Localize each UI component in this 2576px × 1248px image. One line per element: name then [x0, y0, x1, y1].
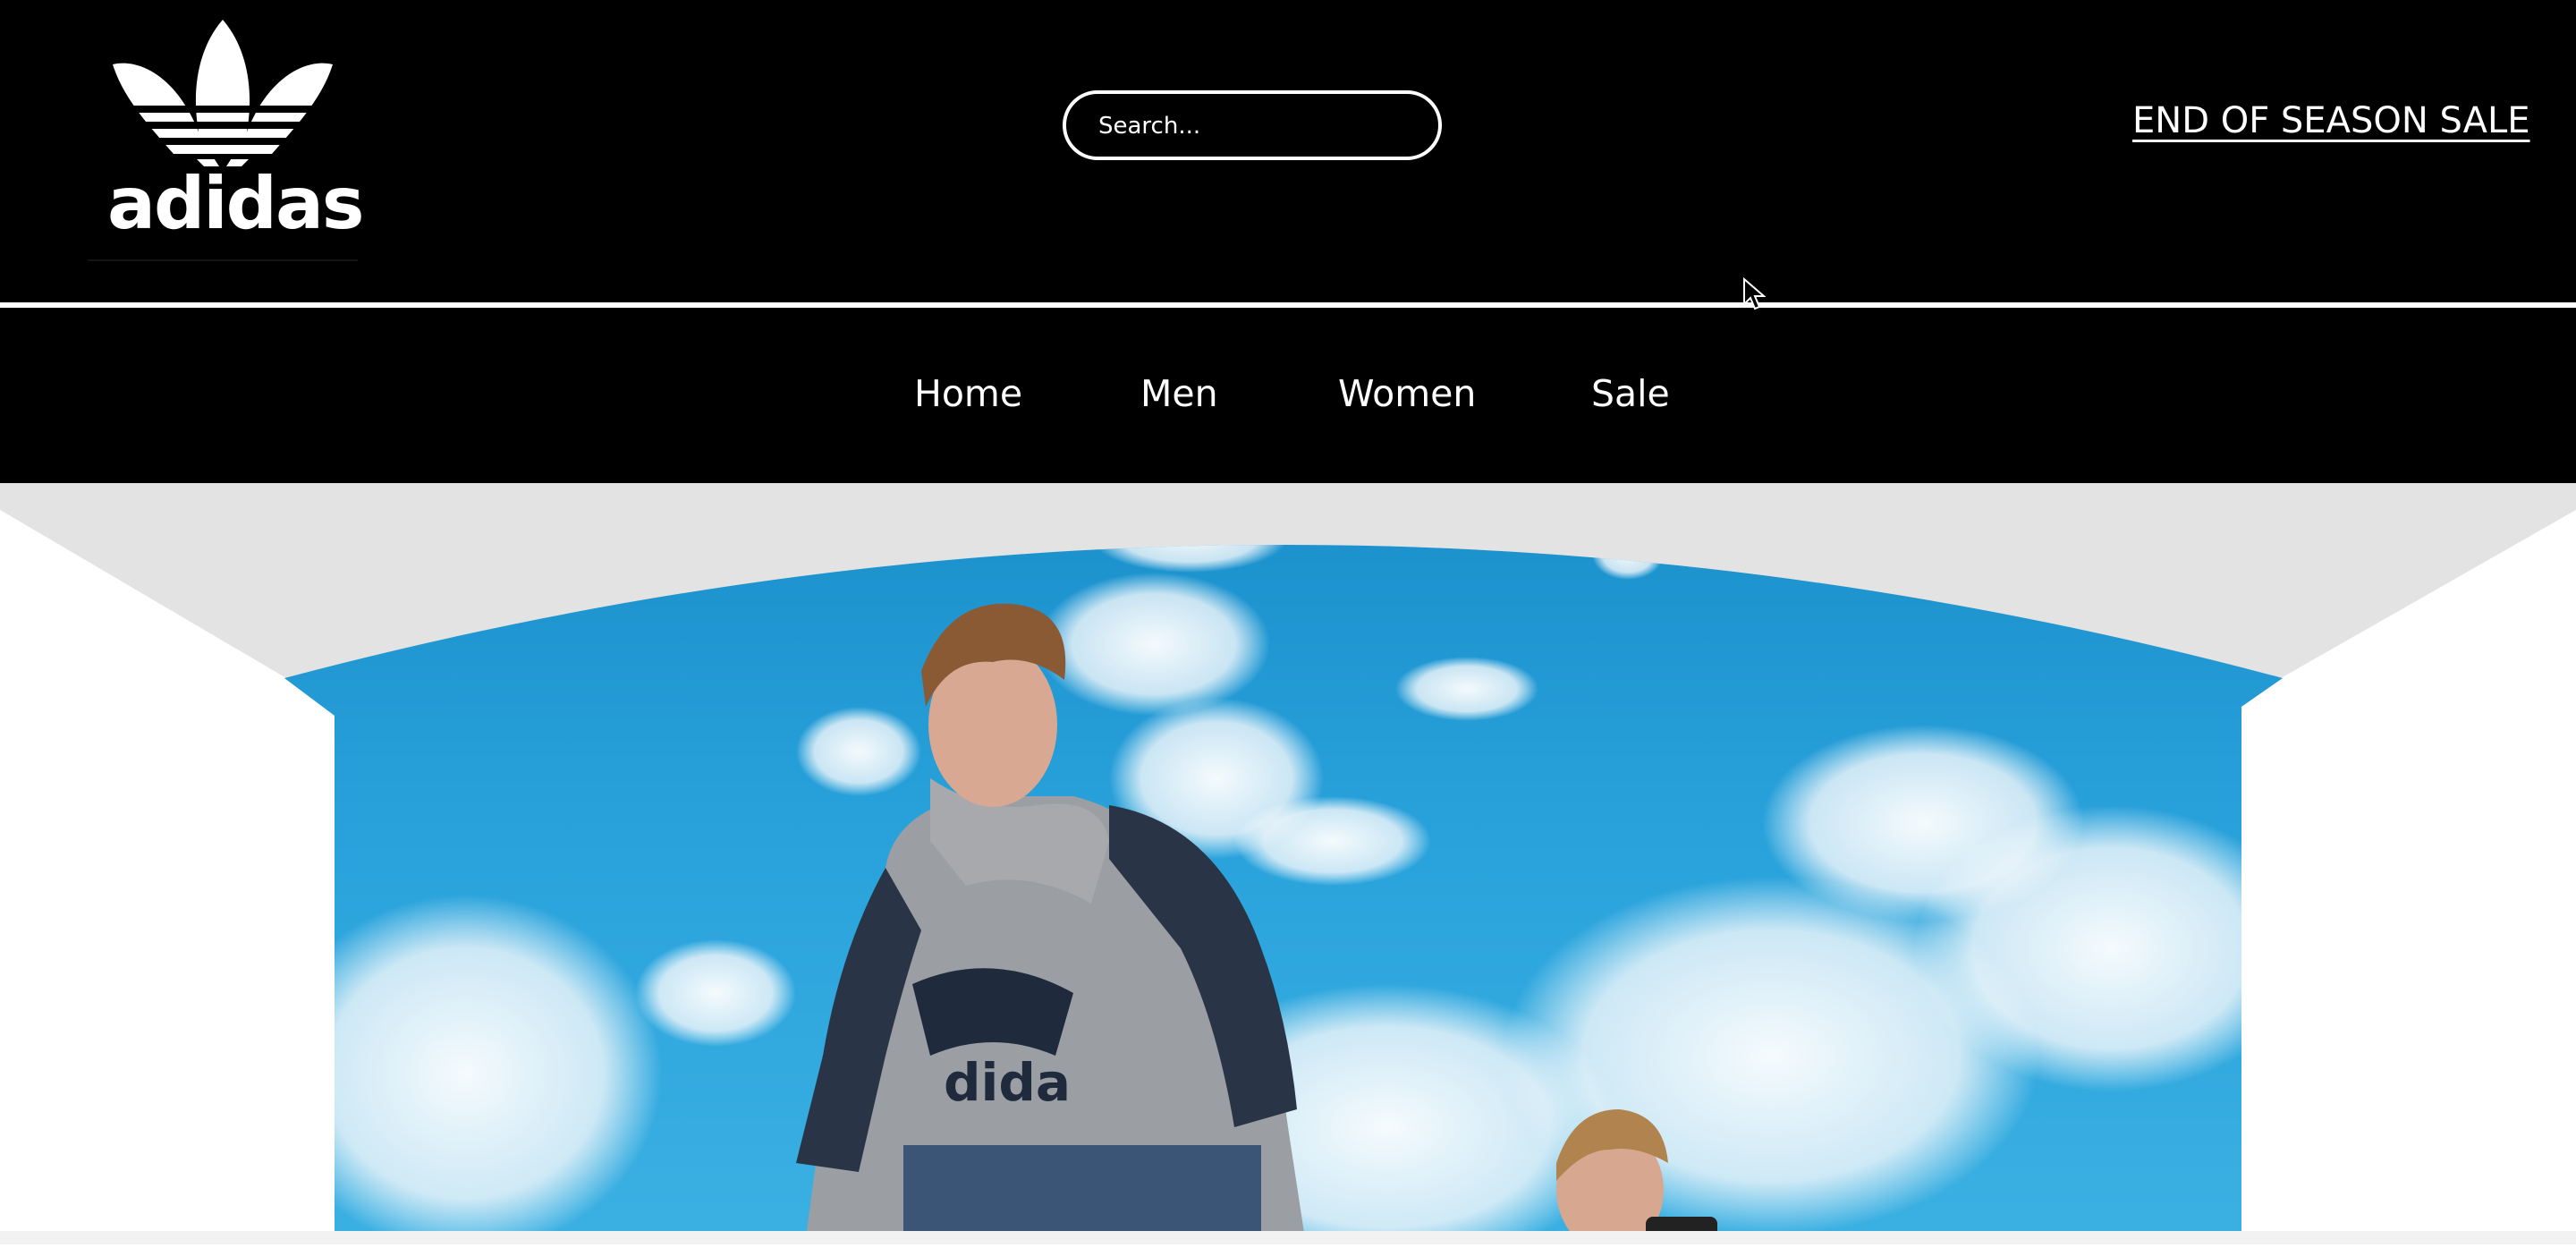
nav-item-sale[interactable]: Sale [1591, 372, 1670, 415]
main-nav: Home Men Women Sale [0, 308, 2576, 483]
end-of-season-sale-link[interactable]: END OF SEASON SALE [2132, 100, 2530, 141]
brand-wordmark: adidas [107, 162, 365, 245]
site-header: adidas END OF SEASON SALE [0, 0, 2576, 304]
trefoil-icon [113, 20, 333, 166]
brand-logo[interactable]: adidas [88, 18, 365, 261]
svg-text:dida: dida [944, 1052, 1071, 1113]
nav-item-men[interactable]: Men [1140, 372, 1218, 415]
hero-image: dida [0, 483, 2576, 1244]
nav-item-home[interactable]: Home [914, 372, 1022, 415]
hero-banner: dida [0, 483, 2576, 1244]
search-box[interactable] [1063, 90, 1442, 160]
nav-item-women[interactable]: Women [1338, 372, 1476, 415]
search-input[interactable] [1097, 94, 1422, 158]
mouse-cursor-icon [1743, 277, 1766, 310]
